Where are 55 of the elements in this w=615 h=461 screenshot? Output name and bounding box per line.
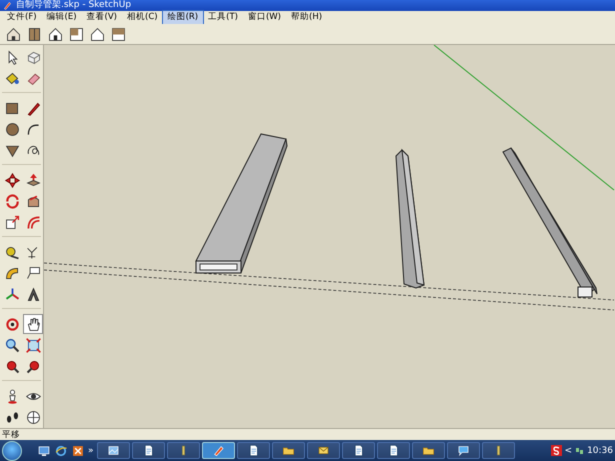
house-outline-icon <box>47 26 64 42</box>
taskbar-button[interactable] <box>446 442 480 459</box>
envelope-icon <box>316 444 330 457</box>
scale-icon <box>4 214 20 230</box>
magnifier-icon <box>4 336 20 354</box>
desktop-icon <box>37 444 51 458</box>
menu-item[interactable]: 查看(V) <box>82 11 122 24</box>
panel-icon <box>68 26 85 42</box>
taskbar-button[interactable] <box>166 442 200 459</box>
zoom-window-icon <box>24 336 42 354</box>
taskbar-button[interactable] <box>272 442 305 459</box>
menu-item[interactable]: 工具(T) <box>203 11 243 24</box>
taskbar-button[interactable] <box>412 442 445 459</box>
clock[interactable]: 10:36 <box>587 446 613 456</box>
pencil-cube-icon <box>212 444 225 457</box>
status-text: 平移 <box>2 428 20 440</box>
tool-button[interactable] <box>23 335 43 355</box>
menu-item[interactable]: 文件(F) <box>2 11 42 24</box>
chat-bubble-icon <box>456 444 470 457</box>
tray-expand-arrow[interactable]: < <box>564 446 572 456</box>
orbit-icon <box>4 316 20 332</box>
taskbar-button[interactable] <box>132 442 165 459</box>
input-method-icon[interactable] <box>550 445 562 456</box>
taskbar-button[interactable] <box>236 442 270 459</box>
overflow-chevron[interactable]: » <box>88 446 94 456</box>
grid-app-icon <box>71 444 85 458</box>
quick-launch-button[interactable] <box>54 444 68 458</box>
door-icon <box>26 26 43 42</box>
start-button[interactable] <box>2 440 22 460</box>
wall-icon <box>110 26 127 42</box>
menu-item[interactable]: 编辑(E) <box>42 11 82 24</box>
menu-item[interactable]: 相机(C) <box>122 11 163 24</box>
menu-item[interactable]: 绘图(R) <box>162 11 204 24</box>
text-label-icon <box>24 264 42 282</box>
network-icon[interactable] <box>575 446 584 456</box>
taskbar-button[interactable] <box>96 442 130 459</box>
axes-icon <box>4 286 20 302</box>
quick-launch-button[interactable] <box>71 444 85 458</box>
section-plane-icon <box>24 408 42 426</box>
roof-outline-icon <box>89 26 106 42</box>
picture-icon <box>106 444 120 457</box>
taskbar-button[interactable] <box>482 442 515 459</box>
circle-icon <box>4 120 20 138</box>
browser-icon <box>54 444 68 458</box>
taskbar-button[interactable] <box>376 442 410 459</box>
taskbar-button[interactable] <box>342 442 375 459</box>
rotate-icon <box>4 192 20 210</box>
taskbar-button[interactable] <box>306 442 340 459</box>
tool-button[interactable] <box>23 314 43 334</box>
menu-item[interactable]: 窗口(W) <box>242 11 286 24</box>
quick-launch-button[interactable] <box>37 444 51 458</box>
menu-item[interactable]: 帮助(H) <box>286 11 328 24</box>
push-pull-icon <box>24 172 42 188</box>
cross-arrows-icon <box>4 172 20 188</box>
offset-icon <box>24 214 42 230</box>
